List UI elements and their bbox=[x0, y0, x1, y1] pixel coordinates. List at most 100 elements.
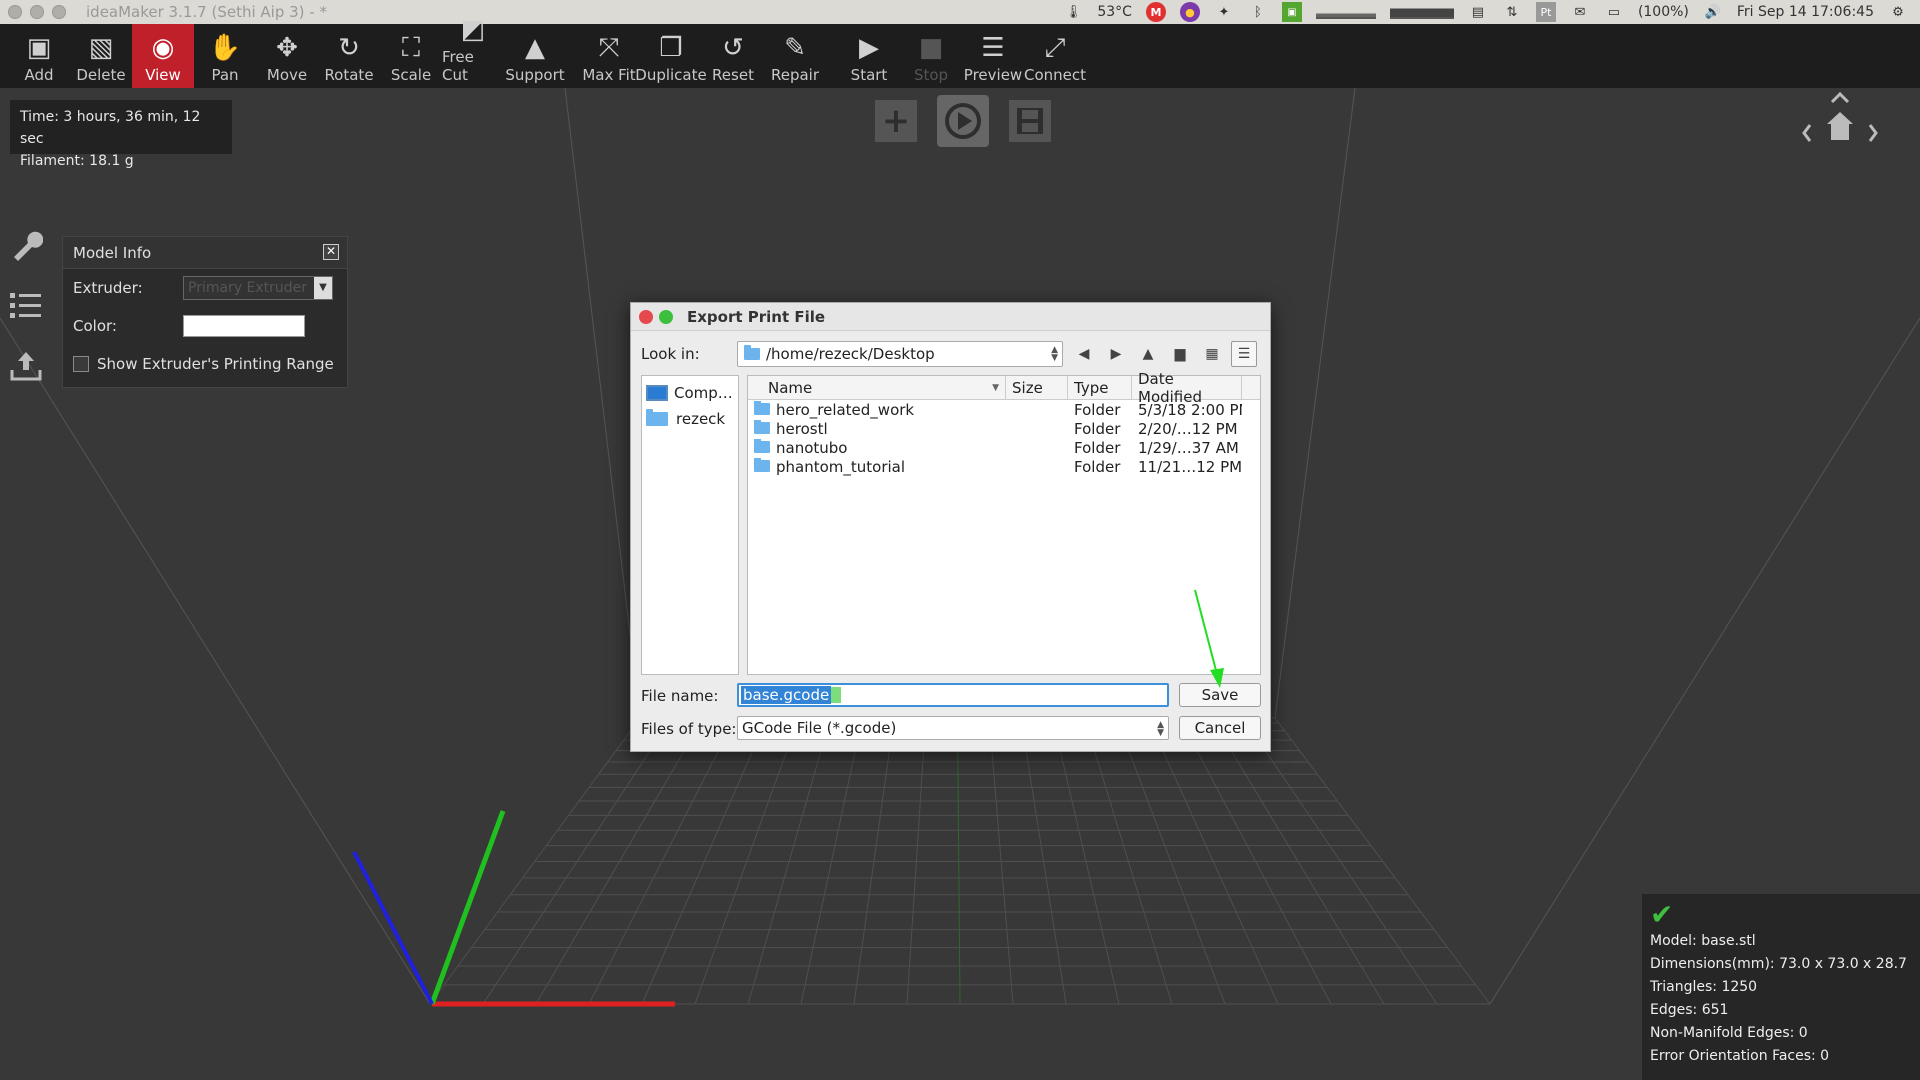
tool-max-fit-button[interactable]: ⤧ Max Fit bbox=[578, 24, 640, 88]
back-arrow-icon[interactable]: ◀ bbox=[1071, 341, 1097, 367]
maximize-window-button[interactable] bbox=[52, 5, 66, 19]
save-disk-icon[interactable] bbox=[1009, 100, 1051, 142]
nvidia-icon[interactable]: ▣ bbox=[1281, 2, 1302, 22]
file-list: Name ▼ Size Type Date Modified hero_rela… bbox=[747, 370, 1261, 675]
forward-arrow-icon[interactable]: ▶ bbox=[1103, 341, 1129, 367]
combo-arrows-icon: ▲ ▼ bbox=[1051, 345, 1058, 363]
maxfit-icon: ⤧ bbox=[598, 33, 620, 63]
wrench-icon[interactable] bbox=[6, 226, 46, 264]
look-in-row: Look in: /home/rezeck/Desktop ▲ ▼ ◀ ▶ ▲ ▆… bbox=[641, 341, 1261, 367]
bluetooth-icon[interactable]: ᛒ bbox=[1248, 2, 1268, 22]
chevron-up-icon[interactable] bbox=[1830, 91, 1850, 104]
tool-label: Scale bbox=[390, 66, 432, 84]
color-swatch[interactable] bbox=[183, 315, 305, 337]
model-edges: Edges: 651 bbox=[1650, 1002, 1729, 1018]
dialog-close-button[interactable] bbox=[639, 309, 653, 324]
file-type-select[interactable]: GCode File (*.gcode) ▲ ▼ bbox=[737, 716, 1169, 740]
upload-icon[interactable] bbox=[6, 346, 46, 384]
chevron-right-icon[interactable] bbox=[1868, 124, 1878, 142]
tool-add-button[interactable]: ▣ Add bbox=[8, 24, 70, 88]
battery-icon[interactable]: ▭ bbox=[1604, 2, 1624, 22]
thermometer-icon[interactable]: 🌡 bbox=[1063, 2, 1083, 22]
list-view-icon[interactable]: ▦ bbox=[1199, 341, 1225, 367]
look-in-combo[interactable]: /home/rezeck/Desktop ▲ ▼ bbox=[737, 341, 1063, 367]
temperature-indicator[interactable]: 53°C bbox=[1097, 4, 1132, 20]
battery-percent[interactable]: (100%) bbox=[1638, 4, 1689, 20]
minimize-window-button[interactable] bbox=[30, 5, 44, 19]
add-plate-icon[interactable]: + bbox=[875, 100, 917, 142]
dialog-title: Export Print File bbox=[687, 307, 826, 326]
file-row[interactable]: herostl Folder 2/20/…12 PM bbox=[748, 419, 1260, 438]
dropbox-icon[interactable]: ✦ bbox=[1214, 2, 1234, 22]
file-name: herostl bbox=[776, 419, 828, 438]
tool-label: Rotate bbox=[324, 66, 374, 84]
places-sidebar: Comp… rezeck bbox=[641, 375, 739, 675]
toolbar-separator bbox=[826, 24, 838, 88]
tool-label: Move bbox=[266, 66, 308, 84]
column-type[interactable]: Type bbox=[1068, 376, 1132, 399]
tool-start-button[interactable]: ▶ Start bbox=[838, 24, 900, 88]
column-name[interactable]: Name ▼ bbox=[748, 376, 1006, 399]
file-name-value: base.gcode bbox=[741, 686, 832, 704]
mail-app-icon[interactable]: M bbox=[1145, 2, 1166, 22]
tool-preview-button[interactable]: ☰ Preview bbox=[962, 24, 1024, 88]
tool-label: Repair bbox=[770, 66, 820, 84]
firefox-icon[interactable]: ● bbox=[1179, 2, 1200, 22]
tool-view-button[interactable]: ◉ View bbox=[132, 24, 194, 88]
place-computer-label: Comp… bbox=[674, 384, 733, 402]
place-computer[interactable]: Comp… bbox=[642, 380, 738, 406]
chevron-left-icon[interactable] bbox=[1802, 124, 1812, 142]
file-row[interactable]: phantom_tutorial Folder 11/21…12 PM bbox=[748, 457, 1260, 476]
tool-scale-button[interactable]: ⛶ Scale bbox=[380, 24, 442, 88]
stop-icon: ■ bbox=[918, 33, 944, 63]
connect-icon: ⤢ bbox=[1044, 33, 1066, 63]
slice-play-icon[interactable] bbox=[937, 95, 989, 147]
new-folder-icon[interactable]: ▆ bbox=[1167, 341, 1193, 367]
selection-highlight bbox=[831, 687, 842, 703]
clipboard-icon[interactable]: ▤ bbox=[1468, 2, 1488, 22]
tool-free-cut-button[interactable]: ◩ Free Cut bbox=[442, 15, 504, 88]
file-name-input[interactable]: base.gcode bbox=[737, 683, 1169, 707]
keyboard-layout-icon[interactable]: Pt bbox=[1535, 2, 1556, 22]
tool-stop-button[interactable]: ■ Stop bbox=[900, 24, 962, 88]
envelope-icon[interactable]: ✉ bbox=[1570, 2, 1590, 22]
file-type: Folder bbox=[1074, 457, 1121, 476]
tool-duplicate-button[interactable]: ❐ Duplicate bbox=[635, 24, 706, 88]
cpu-graph-icon[interactable] bbox=[1315, 5, 1376, 19]
detail-view-icon[interactable]: ☰ bbox=[1231, 341, 1257, 367]
side-tools bbox=[6, 226, 46, 384]
tool-connect-button[interactable]: ⤢ Connect bbox=[1024, 24, 1086, 88]
column-size[interactable]: Size bbox=[1006, 376, 1068, 399]
file-row[interactable]: nanotubo Folder 1/29/…37 AM bbox=[748, 438, 1260, 457]
tool-delete-button[interactable]: ▧ Delete bbox=[70, 24, 132, 88]
home-icon[interactable] bbox=[1827, 112, 1853, 140]
folder-icon bbox=[754, 419, 770, 434]
settings-gear-icon[interactable]: ⚙ bbox=[1888, 2, 1908, 22]
tool-move-button[interactable]: ✥ Move bbox=[256, 24, 318, 88]
save-button[interactable]: Save bbox=[1179, 683, 1261, 707]
system-tray: 🌡 53°C M ● ✦ ᛒ ▣ ▤ ⇅ Pt ✉ ▭ (100%) 🔊 Fri… bbox=[1063, 0, 1908, 24]
close-icon[interactable]: ✕ bbox=[323, 244, 339, 260]
close-window-button[interactable] bbox=[8, 5, 22, 19]
cancel-button[interactable]: Cancel bbox=[1179, 716, 1261, 740]
dialog-maximize-button[interactable] bbox=[659, 309, 673, 324]
clock[interactable]: Fri Sep 14 17:06:45 bbox=[1737, 4, 1874, 20]
volume-icon[interactable]: 🔊 bbox=[1703, 2, 1723, 22]
tool-pan-button[interactable]: ✋ Pan bbox=[194, 24, 256, 88]
place-home[interactable]: rezeck bbox=[642, 406, 738, 432]
parent-dir-icon[interactable]: ▲ bbox=[1135, 341, 1161, 367]
chevron-down-icon[interactable]: ▼ bbox=[314, 277, 332, 299]
network-transfer-icon[interactable]: ⇅ bbox=[1502, 2, 1522, 22]
column-date[interactable]: Date Modified bbox=[1132, 370, 1242, 406]
extruder-select[interactable]: Primary Extruder ▼ bbox=[183, 276, 333, 300]
file-name-label: File name: bbox=[641, 687, 719, 705]
color-label: Color: bbox=[73, 317, 117, 335]
network-graph-icon[interactable] bbox=[1389, 5, 1454, 19]
list-icon[interactable] bbox=[6, 286, 46, 324]
tool-support-button[interactable]: ▲ Support bbox=[504, 24, 566, 88]
tool-reset-button[interactable]: ↺ Reset bbox=[702, 24, 764, 88]
printing-range-checkbox[interactable] bbox=[73, 356, 89, 372]
tool-rotate-button[interactable]: ↻ Rotate bbox=[318, 24, 380, 88]
model-stats-panel: ✔ Model: base.stl Dimensions(mm): 73.0 x… bbox=[1642, 894, 1920, 1080]
tool-repair-button[interactable]: ✎ Repair bbox=[764, 24, 826, 88]
